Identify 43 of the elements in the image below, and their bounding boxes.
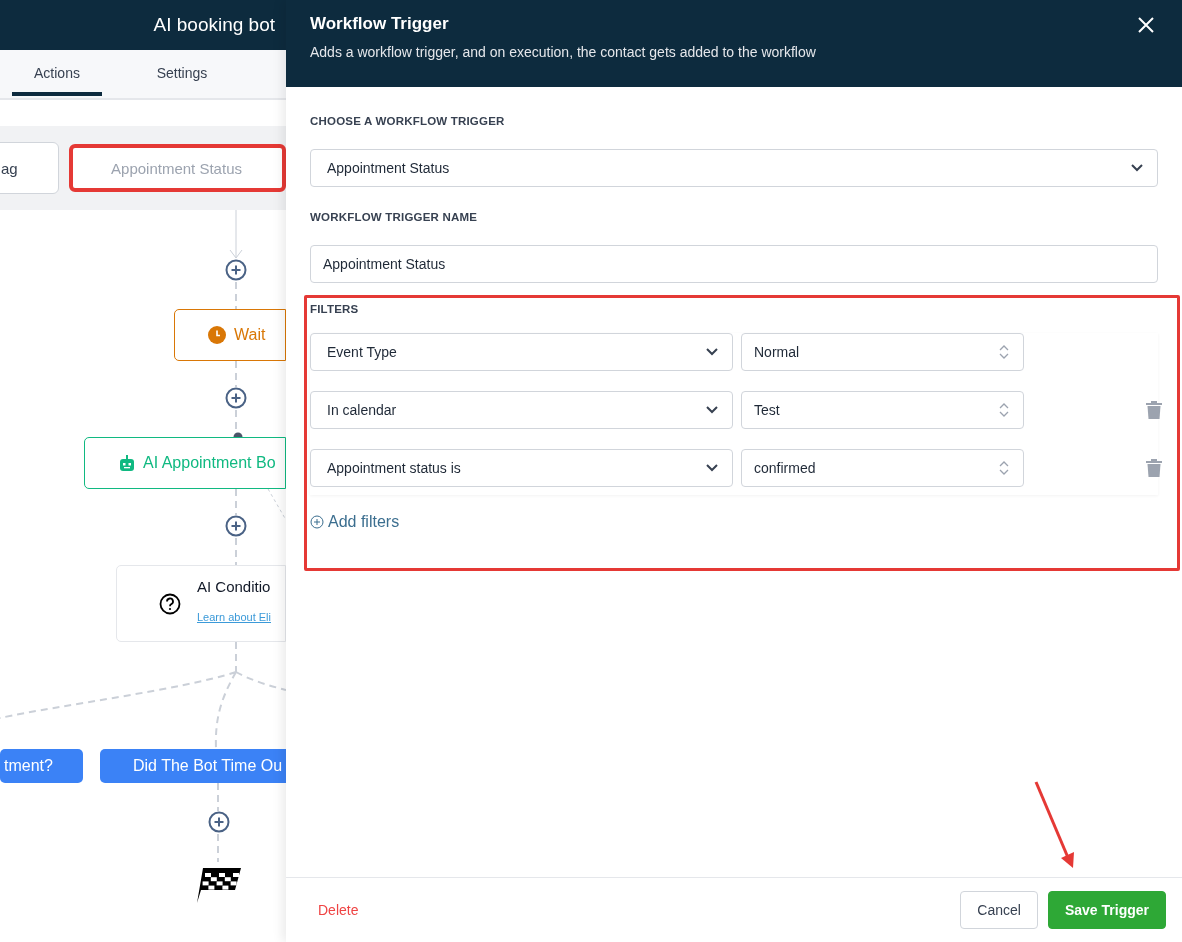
- robot-icon: [119, 455, 135, 471]
- field-label: CHOOSE A WORKFLOW TRIGGER: [310, 115, 506, 127]
- filter-field-select[interactable]: Event Type: [310, 333, 733, 371]
- branch-button[interactable]: Did The Bot Time Ou: [100, 749, 286, 783]
- chevron-down-icon: [1131, 164, 1143, 172]
- question-icon: [159, 592, 181, 615]
- field-label: FILTERS: [310, 303, 360, 315]
- add-filter-link[interactable]: Add filters: [310, 513, 400, 531]
- sort-arrows-icon: [999, 344, 1009, 360]
- sort-arrows-icon: [999, 402, 1009, 418]
- trigger-name-input[interactable]: Appointment Status: [310, 245, 1158, 283]
- branch-button[interactable]: tment?: [0, 749, 83, 783]
- trigger-card[interactable]: ag: [0, 142, 60, 194]
- add-step-icon[interactable]: [225, 259, 247, 281]
- close-icon[interactable]: [1138, 17, 1154, 33]
- add-circle-icon: [310, 515, 324, 529]
- delete-button[interactable]: Delete: [318, 891, 359, 929]
- filter-value-select[interactable]: confirmed: [741, 449, 1024, 487]
- workflow-title: AI booking bot: [153, 14, 275, 36]
- field-label: WORKFLOW TRIGGER NAME: [310, 211, 479, 223]
- drawer-subtitle: Adds a workflow trigger, and on execution, the contact gets added to the workflow: [310, 44, 817, 60]
- add-step-icon[interactable]: [225, 387, 247, 409]
- trigger-select[interactable]: Appointment Status: [310, 149, 1158, 187]
- cancel-button[interactable]: Cancel: [960, 891, 1038, 929]
- add-step-icon[interactable]: [225, 515, 247, 537]
- sort-arrows-icon: [999, 460, 1009, 476]
- workflow-node[interactable]: AI Conditio Learn about Eli: [116, 565, 286, 642]
- filter-field-select[interactable]: Appointment status is: [310, 449, 733, 487]
- node-label: AI Appointment Bo: [143, 454, 276, 472]
- chevron-down-icon: [706, 406, 718, 414]
- clock-icon: [208, 326, 226, 344]
- filter-value-select[interactable]: Test: [741, 391, 1024, 429]
- node-label: AI Conditio: [197, 578, 271, 595]
- chevron-down-icon: [706, 348, 718, 356]
- node-label: Wait: [234, 326, 266, 344]
- filter-field-select[interactable]: In calendar: [310, 391, 733, 429]
- filter-value-select[interactable]: Normal: [741, 333, 1024, 371]
- finish-flag-icon: [195, 866, 243, 904]
- chevron-down-icon: [706, 464, 718, 472]
- tab[interactable]: Actions: [12, 50, 102, 96]
- drawer-title: Workflow Trigger: [310, 14, 449, 34]
- tab[interactable]: Settings: [137, 50, 227, 96]
- add-step-icon[interactable]: [208, 811, 230, 833]
